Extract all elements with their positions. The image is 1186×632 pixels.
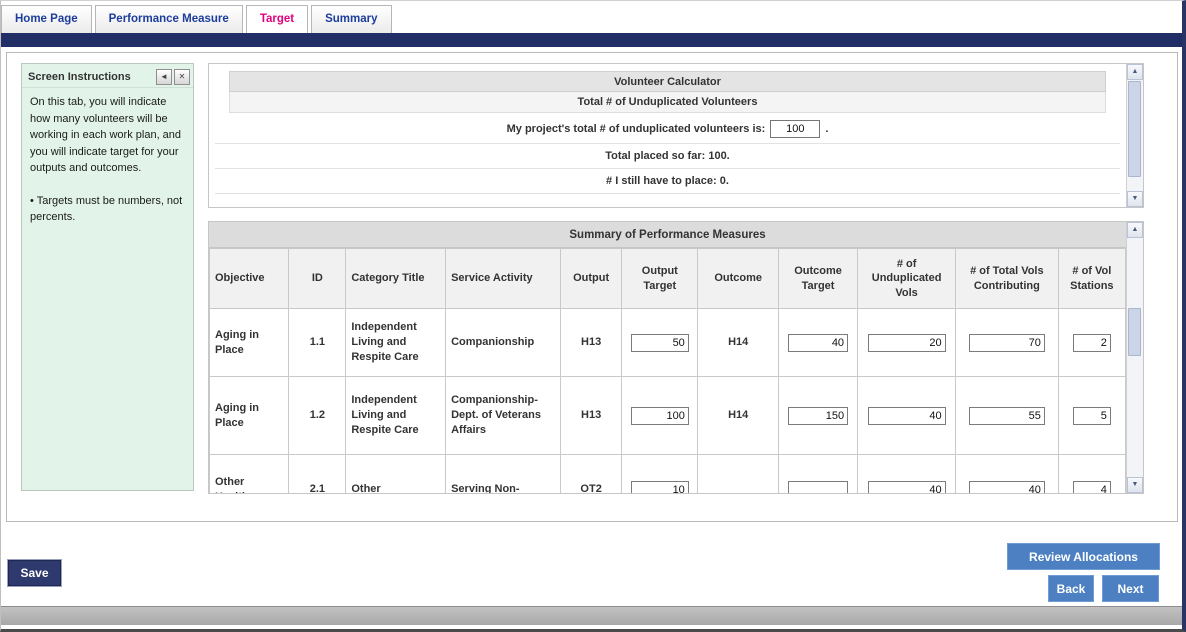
screen-instructions-body: On this tab, you will indicate how many … [22, 88, 193, 248]
calculator-scrollbar-track[interactable] [1127, 80, 1143, 191]
outcome-cell [698, 455, 778, 494]
outcome-target-input[interactable] [788, 334, 848, 352]
vol-stations-input[interactable] [1073, 334, 1111, 352]
performance-measures-table: Objective ID Category Title Service Acti… [209, 248, 1126, 493]
next-button[interactable]: Next [1102, 575, 1159, 602]
category-cell: Other [346, 455, 446, 494]
scroll-up-icon[interactable]: ▲ [1127, 64, 1143, 80]
summary-scrollbar[interactable]: ▲ ▼ [1126, 222, 1143, 493]
unduplicated-volunteers-label: My project's total # of unduplicated vol… [507, 123, 766, 135]
col-header-unduplicated-vols: # of Unduplicated Vols [858, 249, 956, 309]
performance-measures-content: Summary of Performance Measures Objectiv… [209, 222, 1126, 493]
tab-bar: Home Page Performance Measure Target Sum… [1, 1, 1182, 33]
table-row: Aging in Place 1.2 Independent Living an… [210, 377, 1126, 455]
save-button[interactable]: Save [8, 560, 61, 586]
unduplicated-vols-input[interactable] [868, 334, 946, 352]
calculator-scrollbar-thumb[interactable] [1128, 81, 1141, 177]
output-cell: OT2 [561, 455, 622, 494]
col-header-output: Output [561, 249, 622, 309]
objective-cell: Aging in Place [210, 377, 289, 455]
total-placed-text: Total placed so far: 100. [215, 144, 1120, 169]
still-to-place-text: # I still have to place: 0. [215, 169, 1120, 194]
application-window: Home Page Performance Measure Target Sum… [0, 0, 1186, 632]
col-header-vol-stations: # of Vol Stations [1058, 249, 1125, 309]
total-vols-input[interactable] [969, 407, 1045, 425]
output-target-input[interactable] [631, 407, 689, 425]
screen-instructions-header: Screen Instructions ◄ ✕ [22, 64, 193, 88]
footer-bar [1, 606, 1182, 625]
output-cell: H13 [561, 309, 622, 377]
table-header-row: Objective ID Category Title Service Acti… [210, 249, 1126, 309]
outcome-target-input[interactable] [788, 407, 848, 425]
collapse-panel-icon[interactable]: ◄ [156, 69, 172, 85]
category-cell: Independent Living and Respite Care [346, 309, 446, 377]
vol-stations-input[interactable] [1073, 481, 1111, 494]
total-vols-input[interactable] [969, 481, 1045, 494]
id-cell: 1.1 [289, 309, 346, 377]
objective-cell: Other Healthy [210, 455, 289, 494]
summary-scrollbar-track[interactable] [1127, 238, 1143, 477]
scroll-down-icon[interactable]: ▼ [1127, 477, 1143, 493]
col-header-output-target: Output Target [622, 249, 698, 309]
col-header-objective: Objective [210, 249, 289, 309]
close-panel-icon[interactable]: ✕ [174, 69, 190, 85]
col-header-service-activity: Service Activity [446, 249, 561, 309]
activity-cell: Serving Non- [446, 455, 561, 494]
summary-scrollbar-thumb[interactable] [1128, 308, 1141, 356]
tab-home-page[interactable]: Home Page [1, 5, 92, 33]
calculator-subtitle: Total # of Unduplicated Volunteers [229, 92, 1106, 113]
tab-target[interactable]: Target [246, 5, 308, 33]
output-cell: H13 [561, 377, 622, 455]
navy-divider-bar [1, 33, 1182, 47]
unduplicated-volunteers-input[interactable] [770, 120, 820, 138]
tab-performance-measure[interactable]: Performance Measure [95, 5, 243, 33]
volunteer-calculator-panel: Volunteer Calculator Total # of Unduplic… [208, 63, 1144, 208]
scroll-up-icon[interactable]: ▲ [1127, 222, 1143, 238]
scroll-down-icon[interactable]: ▼ [1127, 191, 1143, 207]
id-cell: 1.2 [289, 377, 346, 455]
performance-measures-panel: Summary of Performance Measures Objectiv… [208, 221, 1144, 494]
review-allocations-button[interactable]: Review Allocations [1007, 543, 1160, 570]
instructions-note: • Targets must be numbers, not percents. [30, 193, 185, 226]
screen-instructions-title: Screen Instructions [28, 71, 154, 83]
calculator-title: Volunteer Calculator [229, 71, 1106, 92]
vol-stations-input[interactable] [1073, 407, 1111, 425]
calculator-scrollbar[interactable]: ▲ ▼ [1126, 64, 1143, 207]
objective-cell: Aging in Place [210, 309, 289, 377]
col-header-outcome-target: Outcome Target [778, 249, 857, 309]
col-header-total-vols-contributing: # of Total Vols Contributing [955, 249, 1058, 309]
col-header-id: ID [289, 249, 346, 309]
outcome-cell: H14 [698, 309, 778, 377]
instructions-text: On this tab, you will indicate how many … [30, 94, 185, 177]
activity-cell: Companionship [446, 309, 561, 377]
activity-cell: Companionship-Dept. of Veterans Affairs [446, 377, 561, 455]
table-row: Aging in Place 1.1 Independent Living an… [210, 309, 1126, 377]
output-target-input[interactable] [631, 334, 689, 352]
calculator-input-row: My project's total # of unduplicated vol… [215, 115, 1120, 144]
category-cell: Independent Living and Respite Care [346, 377, 446, 455]
table-row: Other Healthy 2.1 Other Serving Non- OT2 [210, 455, 1126, 494]
id-cell: 2.1 [289, 455, 346, 494]
outcome-cell: H14 [698, 377, 778, 455]
unduplicated-vols-input[interactable] [868, 481, 946, 494]
screen-instructions-panel: Screen Instructions ◄ ✕ On this tab, you… [21, 63, 194, 491]
output-target-input[interactable] [631, 481, 689, 494]
summary-title: Summary of Performance Measures [209, 222, 1126, 248]
back-button[interactable]: Back [1048, 575, 1094, 602]
unduplicated-vols-input[interactable] [868, 407, 946, 425]
outcome-target-input[interactable] [788, 481, 848, 494]
volunteer-calculator-content: Volunteer Calculator Total # of Unduplic… [209, 64, 1126, 207]
col-header-outcome: Outcome [698, 249, 778, 309]
total-vols-input[interactable] [969, 334, 1045, 352]
period-text: . [825, 123, 828, 135]
col-header-category-title: Category Title [346, 249, 446, 309]
content-area: Screen Instructions ◄ ✕ On this tab, you… [6, 52, 1178, 522]
tab-summary[interactable]: Summary [311, 5, 391, 33]
